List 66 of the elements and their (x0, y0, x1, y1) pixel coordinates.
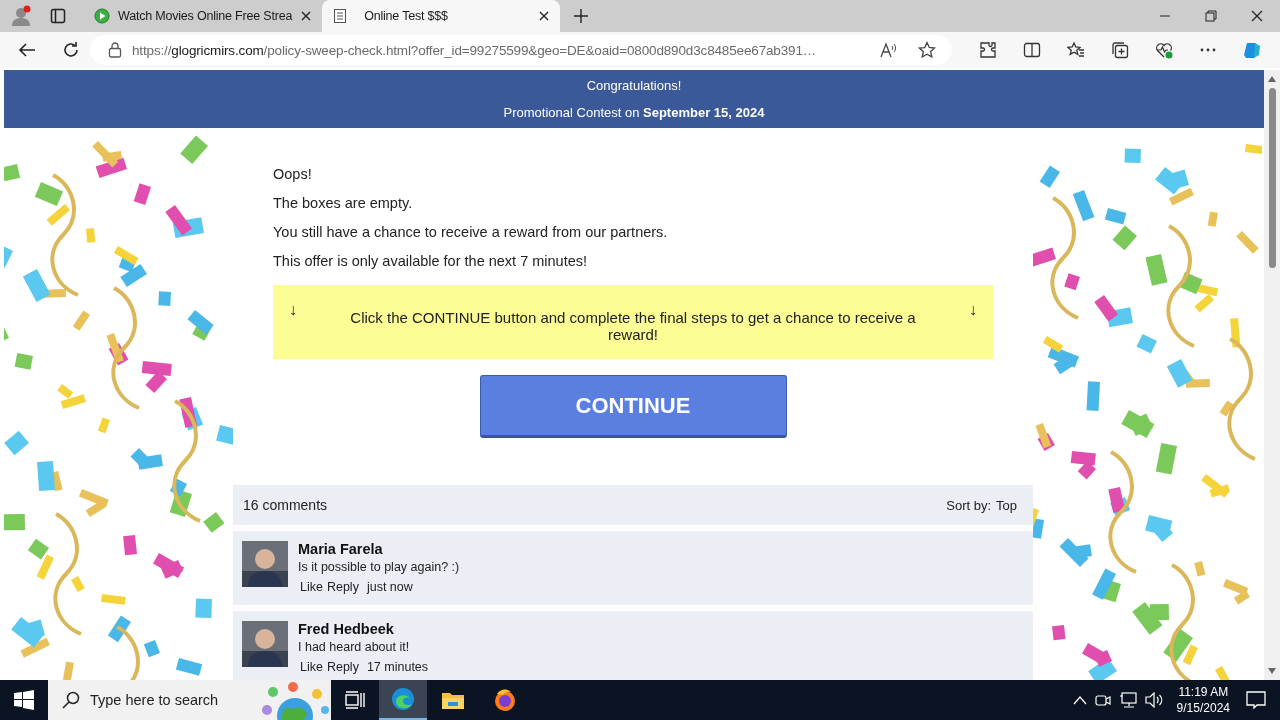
favorites-icon[interactable] (1067, 41, 1085, 59)
sort-label: Sort by: (946, 497, 992, 513)
split-screen-icon[interactable] (1023, 41, 1041, 59)
edge-icon (391, 687, 415, 711)
header-subtitle: Promotional Contest on September 15, 2024 (502, 105, 766, 120)
task-view-icon[interactable] (345, 691, 365, 709)
comment-time: just now (366, 580, 413, 594)
notifications-icon[interactable] (1246, 691, 1266, 709)
reply-link[interactable]: Reply (326, 580, 359, 594)
scrollbar[interactable] (1264, 70, 1280, 680)
continue-button[interactable]: CONTINUE (479, 375, 787, 438)
network-icon[interactable] (1118, 692, 1137, 708)
restore-icon[interactable] (1205, 10, 1217, 22)
firefox-icon[interactable] (493, 688, 517, 712)
browser-tab[interactable]: Online Test $$$ (322, 0, 561, 32)
comment-text: I had heard about it! (298, 640, 411, 654)
close-icon[interactable] (538, 10, 551, 22)
edge-taskbar-button[interactable] (379, 680, 427, 720)
reload-icon[interactable] (62, 41, 80, 59)
comment-count: 16 comments (243, 497, 328, 513)
header-title: Congratulations! (585, 78, 683, 93)
message-text: You still have a chance to receive a reward from our partners. (273, 224, 669, 240)
collections-icon[interactable] (1111, 41, 1129, 59)
scroll-down-icon[interactable] (1268, 668, 1276, 674)
new-tab-icon[interactable] (574, 9, 589, 23)
message-text: Oops! (273, 166, 313, 182)
commenter-name: Fred Hedbeek (298, 621, 395, 637)
profile-icon[interactable] (10, 5, 32, 27)
browser-tab[interactable]: Watch Movies Online Free Strea (84, 0, 323, 32)
lock-icon (108, 42, 122, 58)
like-link[interactable]: Like (300, 660, 323, 674)
page-icon (332, 8, 349, 24)
arrow-text: ↓ (289, 301, 297, 319)
volume-icon[interactable] (1144, 692, 1163, 708)
comment-time: 17 minutes (366, 660, 429, 674)
reply-link[interactable]: Reply (326, 660, 359, 674)
read-aloud-icon[interactable] (880, 42, 898, 58)
message-text: The boxes are empty. (273, 195, 414, 211)
star-icon[interactable] (918, 41, 936, 59)
arrow-text: ↓ (969, 301, 977, 319)
clock-time: 11:19 AM (1178, 684, 1229, 700)
taskbar-clock[interactable]: 11:19 AM 9/15/2024 (1176, 684, 1230, 716)
notice-text: Click the CONTINUE button and complete the final steps to get a chance to receive a reward! (349, 308, 917, 343)
camera-icon[interactable] (1094, 692, 1111, 708)
message-text: This offer is only available for the next 7 minutes! (273, 253, 589, 269)
chevron-up-icon[interactable] (1072, 695, 1087, 705)
taskbar-search-field[interactable]: Type here to search (48, 680, 331, 720)
heart-pulse-icon[interactable] (1155, 41, 1173, 59)
play-icon (94, 8, 110, 24)
scroll-thumb[interactable] (1268, 88, 1276, 268)
like-link[interactable]: Like (300, 580, 323, 594)
tab-actions-icon[interactable] (50, 8, 66, 24)
windows-start-icon[interactable] (14, 690, 34, 710)
folder-icon[interactable] (441, 690, 465, 710)
sort-dropdown[interactable]: Top (996, 497, 1017, 513)
comment-text: Is it possible to play again? :) (298, 560, 460, 574)
address-field[interactable]: https://glogricmirs.com/policy-sweep-check.html?offer_id=99275599&geo=DE&oaid=0800d890d3c8485ee67ab391… (90, 35, 952, 65)
scroll-up-icon[interactable] (1268, 76, 1276, 82)
clock-date: 9/15/2024 (1176, 700, 1230, 716)
extensions-icon[interactable] (979, 41, 997, 59)
search-icon (62, 691, 80, 709)
back-icon[interactable] (18, 42, 36, 58)
close-icon[interactable] (300, 10, 313, 22)
close-icon[interactable] (1251, 10, 1263, 22)
globe-hearts-icon (259, 682, 331, 720)
commenter-name: Maria Farela (298, 541, 384, 557)
